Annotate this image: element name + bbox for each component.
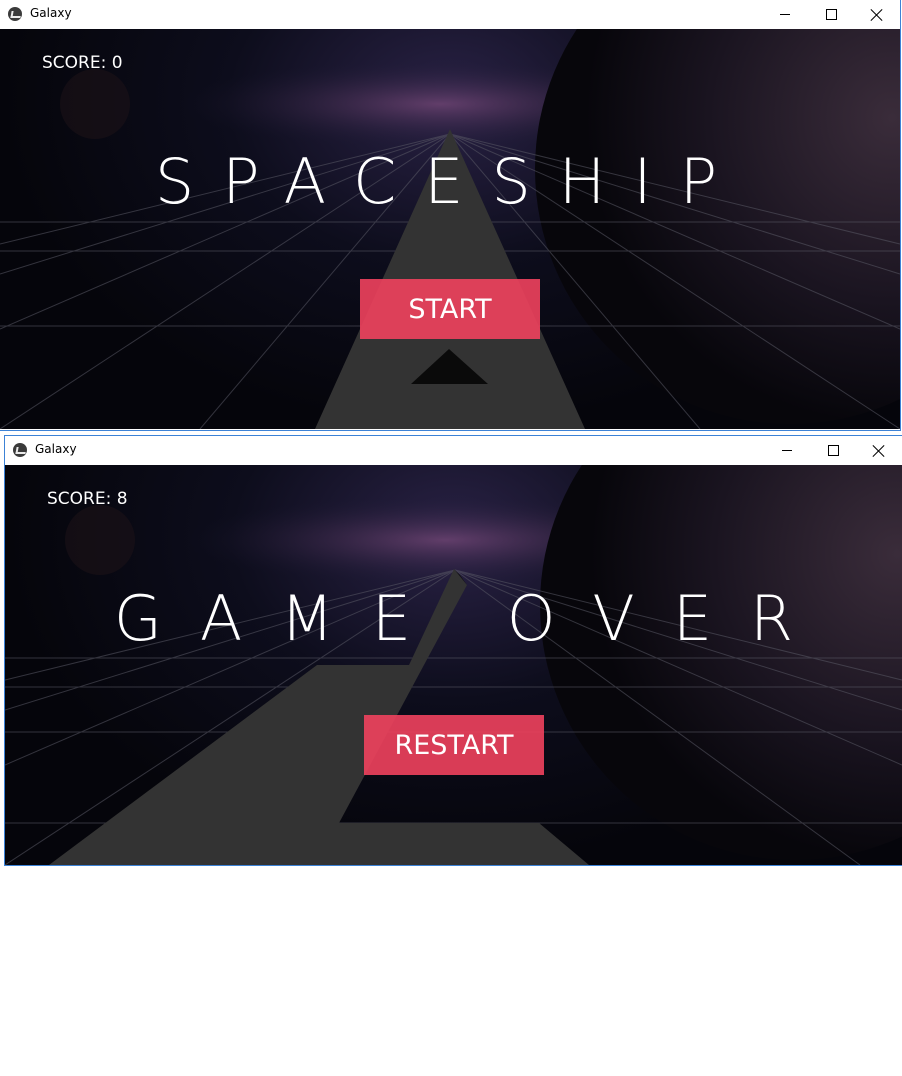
minimize-icon — [782, 450, 792, 451]
title-bar[interactable]: Galaxy — [0, 0, 900, 29]
maximize-button[interactable] — [808, 0, 854, 29]
maximize-icon — [827, 445, 839, 456]
restart-button[interactable]: RESTART — [364, 715, 544, 775]
close-icon — [872, 444, 886, 458]
minimize-icon — [780, 14, 790, 15]
minimize-button[interactable] — [762, 0, 808, 29]
game-canvas[interactable]: SCORE: 0 SPACESHIP START — [0, 29, 900, 429]
moon — [65, 505, 135, 575]
game-window-start: Galaxy SCORE: 0 SPACESHIP START — [0, 0, 901, 431]
score-label: SCORE: 0 — [42, 53, 123, 73]
close-button[interactable] — [854, 0, 900, 29]
space-background — [5, 465, 902, 865]
start-button[interactable]: START — [360, 279, 540, 339]
game-window-gameover: Galaxy SCORE: 8 GAME OVER RESTART — [4, 435, 902, 866]
moon — [60, 69, 130, 139]
score-label: SCORE: 8 — [47, 489, 128, 509]
maximize-button[interactable] — [810, 436, 856, 465]
minimize-button[interactable] — [764, 436, 810, 465]
window-title: Galaxy — [30, 6, 72, 20]
planet — [540, 465, 902, 860]
title-bar[interactable]: Galaxy — [5, 436, 902, 465]
space-background — [0, 29, 900, 429]
game-over-title: GAME OVER — [113, 582, 832, 655]
game-canvas[interactable]: SCORE: 8 GAME OVER RESTART — [5, 465, 902, 865]
close-icon — [870, 8, 884, 22]
app-icon — [8, 7, 22, 21]
game-title: SPACESHIP — [154, 145, 746, 218]
app-icon — [13, 443, 27, 457]
maximize-icon — [825, 9, 837, 20]
close-button[interactable] — [856, 436, 902, 465]
planet — [535, 29, 900, 424]
window-title: Galaxy — [35, 442, 77, 456]
